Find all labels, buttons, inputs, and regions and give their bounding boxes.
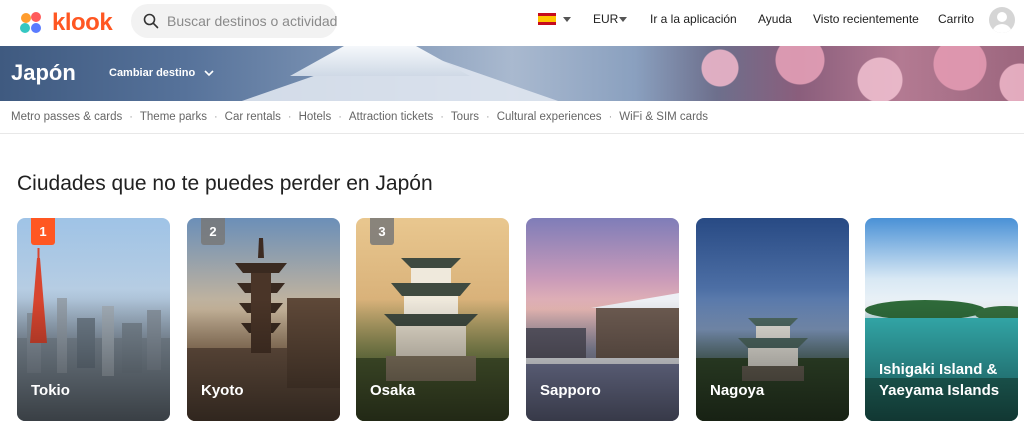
category-hotels[interactable]: Hotels xyxy=(299,111,332,123)
city-name: Kyoto xyxy=(201,382,244,399)
nav-help[interactable]: Ayuda xyxy=(758,12,792,26)
city-name: Ishigaki Island & Yaeyama Islands xyxy=(879,361,1000,399)
language-flag-icon[interactable] xyxy=(538,13,556,25)
category-tours[interactable]: Tours xyxy=(451,111,479,123)
category-attraction-tickets[interactable]: Attraction tickets xyxy=(349,111,433,123)
city-card-nagoya[interactable]: Nagoya xyxy=(696,218,849,421)
city-name: Tokio xyxy=(31,382,70,399)
city-card-osaka[interactable]: 3 Osaka xyxy=(356,218,509,421)
rank-badge: 3 xyxy=(370,218,394,245)
separator-dot: · xyxy=(129,111,133,123)
section-title: Ciudades que no te puedes perder en Japó… xyxy=(17,172,433,195)
nav-recently-viewed[interactable]: Visto recientemente xyxy=(813,12,919,26)
card-shade xyxy=(526,299,679,421)
separator-dot: · xyxy=(486,111,490,123)
card-shade xyxy=(696,299,849,421)
city-card-kyoto[interactable]: 2 Kyoto xyxy=(187,218,340,421)
category-theme-parks[interactable]: Theme parks xyxy=(140,111,207,123)
rank-badge: 1 xyxy=(31,218,55,245)
destination-banner: Japón Cambiar destino xyxy=(0,46,1024,101)
search-bar[interactable] xyxy=(131,4,337,38)
currency-chevron-down-icon[interactable] xyxy=(619,17,627,22)
top-header: klook EUR Ir a la aplicación Ayuda Visto… xyxy=(0,0,1024,46)
category-metro-passes[interactable]: Metro passes & cards xyxy=(11,111,122,123)
category-cultural-experiences[interactable]: Cultural experiences xyxy=(497,111,602,123)
separator-dot: · xyxy=(608,111,613,123)
currency-selector[interactable]: EUR xyxy=(593,12,618,26)
change-destination-label: Cambiar destino xyxy=(109,67,196,79)
nav-cart[interactable]: Carrito xyxy=(938,12,974,26)
separator-dot: · xyxy=(214,111,218,123)
card-shade xyxy=(356,299,509,421)
category-wifi-sim[interactable]: WiFi & SIM cards xyxy=(619,111,708,123)
change-destination-button[interactable]: Cambiar destino xyxy=(109,67,215,79)
user-avatar-icon[interactable] xyxy=(989,7,1015,33)
city-card-ishigaki[interactable]: Ishigaki Island & Yaeyama Islands xyxy=(865,218,1018,421)
city-name: Sapporo xyxy=(540,382,601,399)
category-car-rentals[interactable]: Car rentals xyxy=(225,111,281,123)
search-input[interactable] xyxy=(167,13,337,29)
logo-text: klook xyxy=(52,9,113,36)
city-name: Osaka xyxy=(370,382,416,399)
rank-badge: 2 xyxy=(201,218,225,245)
separator-dot: · xyxy=(338,111,342,123)
card-shade xyxy=(187,299,340,421)
klook-logo[interactable]: klook xyxy=(16,8,113,38)
card-shade xyxy=(17,299,170,421)
separator-dot: · xyxy=(440,111,444,123)
nav-open-app[interactable]: Ir a la aplicación xyxy=(650,12,737,26)
search-icon xyxy=(143,13,159,29)
klook-logo-icon xyxy=(20,12,41,33)
destination-title: Japón xyxy=(11,60,76,85)
city-card-sapporo[interactable]: Sapporo xyxy=(526,218,679,421)
city-name: Nagoya xyxy=(710,382,765,399)
separator-dot: · xyxy=(287,111,292,123)
category-nav: Metro passes & cards · Theme parks · Car r… xyxy=(0,101,1024,134)
cherry-blossom-image xyxy=(640,46,1024,101)
language-chevron-down-icon[interactable] xyxy=(563,17,571,22)
city-card-tokio[interactable]: 1 Tokio xyxy=(17,218,170,421)
chevron-down-icon xyxy=(204,70,214,77)
